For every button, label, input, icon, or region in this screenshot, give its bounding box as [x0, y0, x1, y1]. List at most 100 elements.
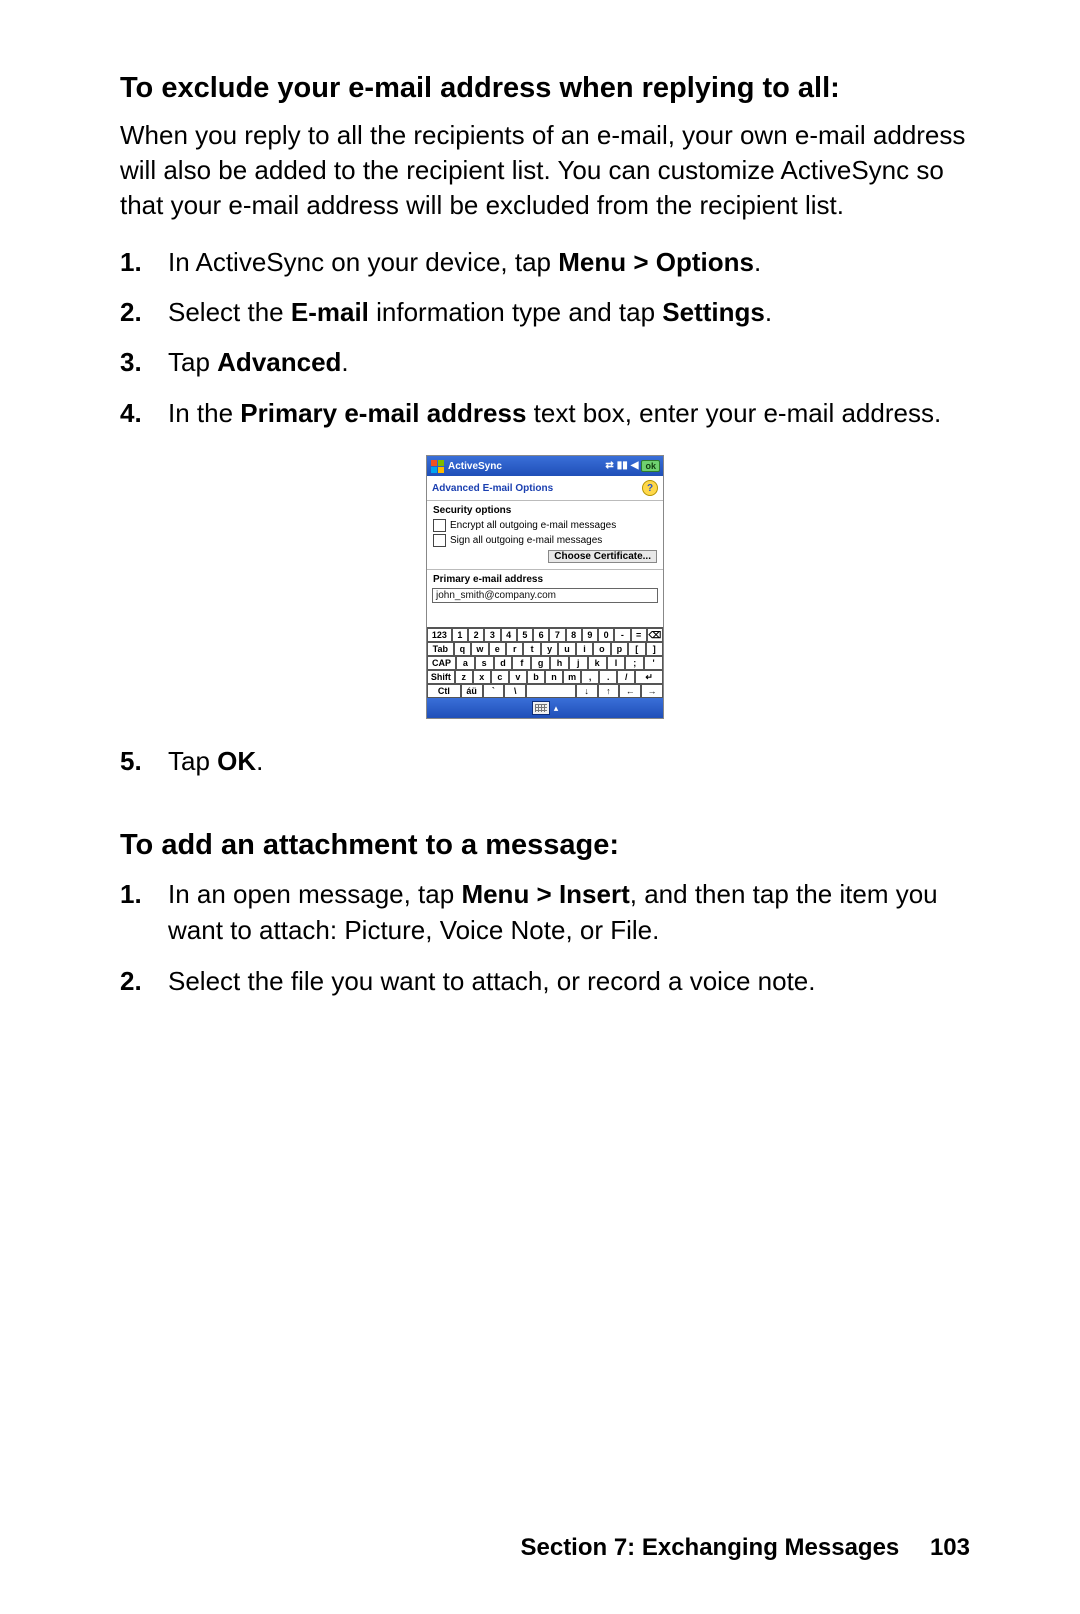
- key-enter[interactable]: ↵: [635, 670, 663, 684]
- key-shift[interactable]: Shift: [427, 670, 455, 684]
- key[interactable]: [: [628, 642, 645, 656]
- step-text: In the: [168, 398, 240, 428]
- key[interactable]: c: [491, 670, 509, 684]
- step-action: Menu > Options: [558, 247, 754, 277]
- step-action: Menu > Insert: [461, 879, 629, 909]
- key[interactable]: m: [563, 670, 581, 684]
- screen-heading-row: Advanced E-mail Options ?: [427, 476, 663, 498]
- ok-button[interactable]: ok: [641, 460, 660, 472]
- sip-toggle-icon[interactable]: [532, 701, 550, 715]
- key[interactable]: y: [541, 642, 558, 656]
- key[interactable]: 9: [582, 628, 598, 642]
- steps-exclude-email-cont: 5. Tap OK.: [120, 743, 970, 779]
- key-backspace[interactable]: ⌫: [647, 628, 663, 642]
- signal-icon: ▮▮: [617, 461, 628, 471]
- choose-certificate-button[interactable]: Choose Certificate...: [548, 550, 657, 563]
- key[interactable]: e: [489, 642, 506, 656]
- step-number: 1.: [120, 876, 142, 912]
- intro-exclude-email: When you reply to all the recipients of …: [120, 118, 970, 223]
- soft-keyboard[interactable]: 123 1 2 3 4 5 6 7 8 9 0 - = ⌫ Tab: [427, 627, 663, 698]
- key[interactable]: /: [617, 670, 635, 684]
- key[interactable]: z: [455, 670, 473, 684]
- kbd-row-4: Shift z x c v b n m , . / ↵: [427, 670, 663, 684]
- step-5: 5. Tap OK.: [168, 743, 970, 779]
- step-text-mid: information type and tap: [369, 297, 662, 327]
- key[interactable]: o: [593, 642, 610, 656]
- key[interactable]: -: [614, 628, 630, 642]
- key-left[interactable]: ←: [619, 684, 641, 698]
- key[interactable]: u: [558, 642, 575, 656]
- key[interactable]: s: [475, 656, 494, 670]
- step-4: 4. In the Primary e-mail address text bo…: [168, 395, 970, 431]
- step-number: 4.: [120, 395, 142, 431]
- sign-row[interactable]: Sign all outgoing e-mail messages: [427, 533, 663, 548]
- checkbox-sign[interactable]: [433, 534, 446, 547]
- key[interactable]: 6: [533, 628, 549, 642]
- step-text-end: .: [754, 247, 761, 277]
- key[interactable]: 8: [566, 628, 582, 642]
- steps-add-attachment: 1. In an open message, tap Menu > Insert…: [120, 876, 970, 999]
- key[interactable]: h: [550, 656, 569, 670]
- key[interactable]: p: [611, 642, 628, 656]
- primary-email-input[interactable]: john_smith@company.com: [432, 588, 658, 603]
- step-action2: Settings: [662, 297, 765, 327]
- key[interactable]: k: [588, 656, 607, 670]
- key[interactable]: 3: [484, 628, 500, 642]
- key[interactable]: a: [456, 656, 475, 670]
- key[interactable]: .: [599, 670, 617, 684]
- key[interactable]: t: [523, 642, 540, 656]
- step-1: 1. In ActiveSync on your device, tap Men…: [168, 244, 970, 280]
- key[interactable]: n: [545, 670, 563, 684]
- key-down[interactable]: ↓: [576, 684, 598, 698]
- key-right[interactable]: →: [641, 684, 663, 698]
- key[interactable]: d: [494, 656, 513, 670]
- activesync-window: ActiveSync ⇄ ▮▮ ◀ ok Advanced E-mail Opt…: [426, 455, 664, 719]
- key[interactable]: 2: [468, 628, 484, 642]
- key[interactable]: f: [512, 656, 531, 670]
- screen-heading: Advanced E-mail Options: [432, 483, 553, 494]
- key-ctl[interactable]: Ctl: [427, 684, 461, 698]
- key[interactable]: r: [506, 642, 523, 656]
- key[interactable]: ;: [625, 656, 644, 670]
- sip-arrow-icon[interactable]: ▴: [554, 703, 559, 714]
- key-accents[interactable]: áü: [461, 684, 483, 698]
- heading-add-attachment: To add an attachment to a message:: [120, 827, 970, 863]
- key[interactable]: =: [631, 628, 647, 642]
- key[interactable]: ': [644, 656, 663, 670]
- bottom-bar: ▴: [427, 698, 663, 718]
- key[interactable]: \: [504, 684, 526, 698]
- key[interactable]: w: [471, 642, 488, 656]
- key[interactable]: b: [527, 670, 545, 684]
- key-up[interactable]: ↑: [598, 684, 620, 698]
- key[interactable]: q: [454, 642, 471, 656]
- key[interactable]: x: [473, 670, 491, 684]
- help-icon[interactable]: ?: [642, 480, 658, 496]
- key[interactable]: 5: [517, 628, 533, 642]
- key[interactable]: 7: [549, 628, 565, 642]
- step-action: Advanced: [217, 347, 341, 377]
- key[interactable]: ,: [581, 670, 599, 684]
- key[interactable]: j: [569, 656, 588, 670]
- key-space[interactable]: [526, 684, 576, 698]
- key-123[interactable]: 123: [427, 628, 452, 642]
- key[interactable]: ]: [646, 642, 663, 656]
- step-action: E-mail: [291, 297, 369, 327]
- start-icon[interactable]: [430, 459, 444, 473]
- key[interactable]: 0: [598, 628, 614, 642]
- step-text: Tap: [168, 746, 217, 776]
- key[interactable]: `: [483, 684, 505, 698]
- checkbox-encrypt[interactable]: [433, 519, 446, 532]
- key-tab[interactable]: Tab: [427, 642, 454, 656]
- key[interactable]: v: [509, 670, 527, 684]
- key[interactable]: g: [531, 656, 550, 670]
- key[interactable]: l: [607, 656, 626, 670]
- step-text-end: .: [765, 297, 772, 327]
- key[interactable]: 4: [501, 628, 517, 642]
- page-footer: Section 7: Exchanging Messages 103: [520, 1534, 970, 1562]
- key[interactable]: 1: [452, 628, 468, 642]
- key[interactable]: i: [576, 642, 593, 656]
- step-text: Select the file you want to attach, or r…: [168, 966, 815, 996]
- title-bar: ActiveSync ⇄ ▮▮ ◀ ok: [427, 456, 663, 476]
- key-caps[interactable]: CAP: [427, 656, 456, 670]
- encrypt-row[interactable]: Encrypt all outgoing e-mail messages: [427, 518, 663, 533]
